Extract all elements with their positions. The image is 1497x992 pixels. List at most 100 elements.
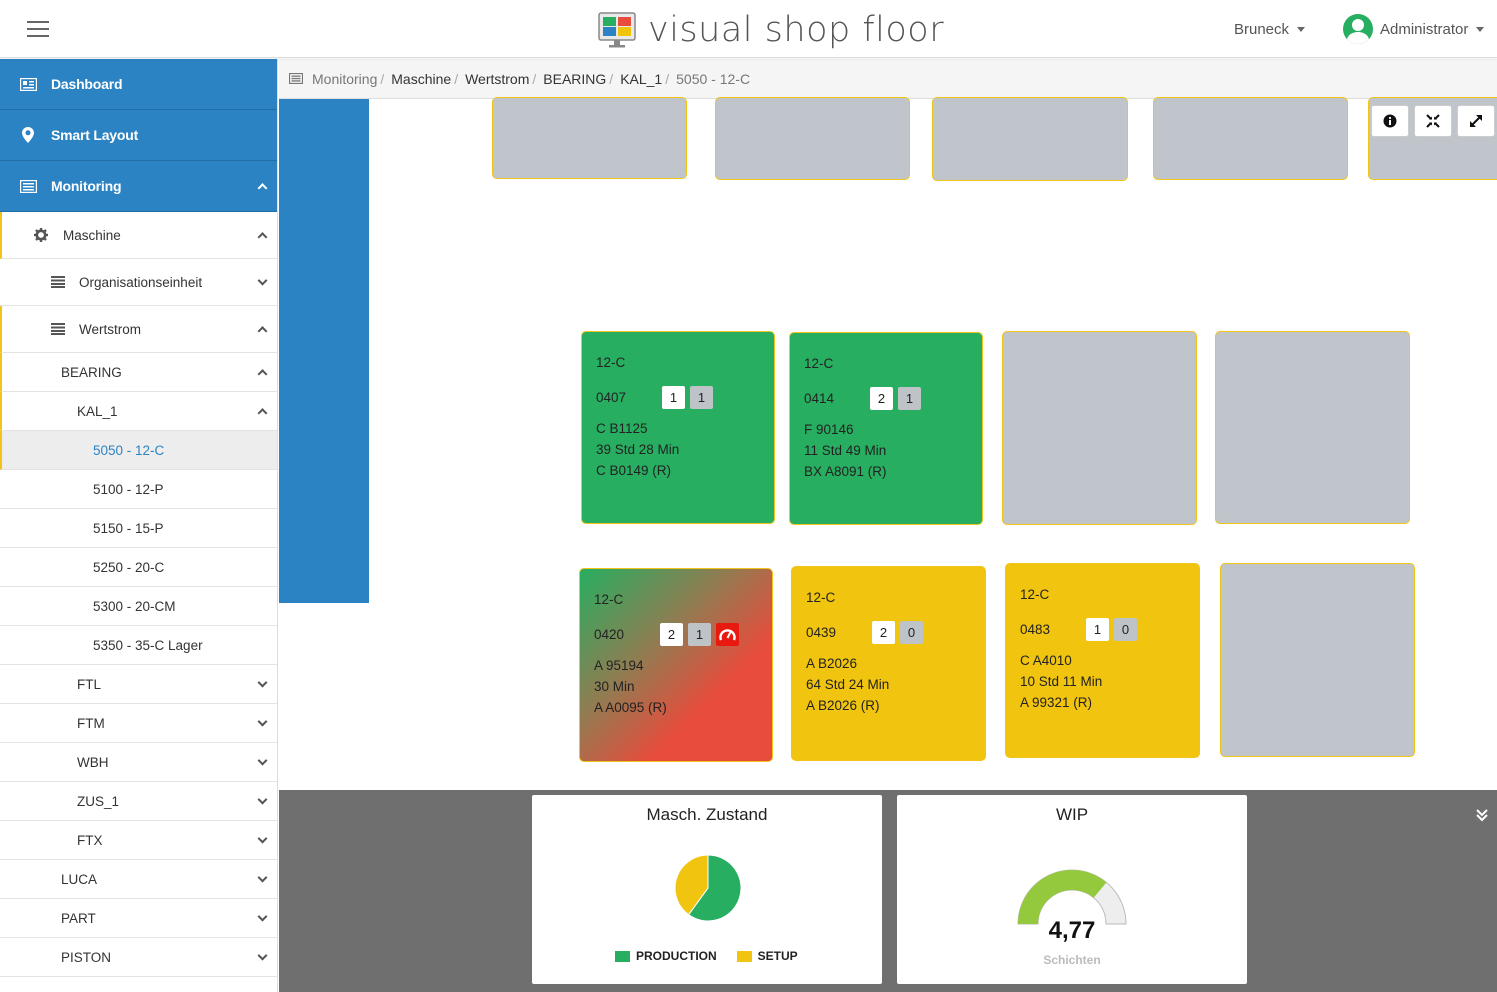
sidebar-item-label: FTX	[77, 832, 103, 848]
collapse-panel-button[interactable]	[1475, 808, 1489, 827]
user-menu[interactable]: Administrator	[1343, 14, 1485, 44]
location-dropdown[interactable]: Bruneck	[1234, 14, 1306, 44]
machine-label: 12-C	[1020, 587, 1050, 602]
list-icon	[51, 323, 65, 335]
machine-tile-empty[interactable]	[1153, 97, 1348, 180]
monitoring-list-icon	[19, 179, 37, 193]
count-badge: 2	[660, 623, 683, 646]
sidebar-item-zus1[interactable]: ZUS_1	[0, 782, 277, 821]
remaining-time: 30 Min	[594, 679, 635, 694]
sidebar-item-maschine[interactable]: Maschine	[0, 212, 277, 259]
sidebar-item-label: Wertstrom	[79, 321, 142, 337]
expand-button[interactable]	[1457, 105, 1495, 137]
remaining-time: 39 Std 28 Min	[596, 442, 680, 457]
sidebar-item-machine-5350[interactable]: 5350 - 35-C Lager	[0, 626, 277, 665]
machine-tile-0420[interactable]: 12-C 0420 2 1 A 95194 30 Min A A0095 (R)	[579, 568, 773, 762]
count-badge: 0	[1114, 618, 1137, 641]
sidebar-item-kal1[interactable]: KAL_1	[0, 392, 277, 431]
next-order: A 99321 (R)	[1020, 695, 1093, 710]
legend-swatch-production	[615, 950, 630, 962]
sidebar-item-organisationseinheit[interactable]: Organisationseinheit	[0, 259, 277, 306]
sidebar-item-machine-5300[interactable]: 5300 - 20-CM	[0, 587, 277, 626]
info-button[interactable]	[1371, 105, 1409, 137]
count-badge: 1	[690, 386, 713, 409]
breadcrumb-maschine[interactable]: Maschine	[391, 71, 451, 87]
location-label: Bruneck	[1234, 20, 1290, 38]
sidebar-item-ftm[interactable]: FTM	[0, 704, 277, 743]
sidebar-item-monitoring[interactable]: Monitoring	[0, 161, 277, 212]
machine-state-card: Masch. Zustand PRODUCTION SETUP	[532, 795, 882, 984]
sidebar-item-label: LUCA	[61, 871, 98, 887]
machine-tile-0414[interactable]: 12-C 0414 2 1 F 90146 11 Std 49 Min BX A…	[789, 332, 983, 525]
sidebar-item-part[interactable]: PART	[0, 899, 277, 938]
hamburger-menu-icon[interactable]	[27, 21, 49, 37]
order-number: C B1125	[596, 421, 648, 436]
sidebar-item-wertstrom[interactable]: Wertstrom	[0, 306, 277, 353]
widget-panel: Masch. Zustand PRODUCTION SETUP WIP 4,77…	[279, 790, 1497, 992]
compress-button[interactable]	[1414, 105, 1452, 137]
brand-name: visual shop floor	[648, 10, 945, 50]
speedometer-alarm-icon[interactable]	[716, 623, 739, 646]
count-badge: 0	[900, 621, 923, 644]
sidebar-item-luca[interactable]: LUCA	[0, 860, 277, 899]
sidebar-item-machine-5150[interactable]: 5150 - 15-P	[0, 509, 277, 548]
sidebar-item-label: 5300 - 20-CM	[93, 598, 176, 614]
sidebar-item-label: Maschine	[63, 227, 121, 243]
order-number: C A4010	[1020, 653, 1072, 668]
machine-tile-0483[interactable]: 12-C 0483 1 0 C A4010 10 Std 11 Min A 99…	[1005, 563, 1200, 758]
remaining-time: 10 Std 11 Min	[1020, 674, 1103, 689]
brand-logo[interactable]: visual shop floor	[598, 10, 944, 50]
user-name: Administrator	[1380, 20, 1469, 38]
machine-id: 0439	[806, 625, 837, 640]
machine-tile-empty[interactable]	[1220, 563, 1415, 757]
breadcrumb-list-icon	[289, 73, 303, 84]
breadcrumb-separator: /	[665, 70, 670, 87]
sidebar-item-label: Organisationseinheit	[79, 274, 203, 290]
gauge-fill	[1018, 870, 1107, 924]
chevron-down-icon	[257, 275, 268, 286]
sidebar-item-label: KAL_1	[77, 403, 118, 419]
breadcrumb-bearing[interactable]: BEARING	[543, 71, 606, 87]
caret-down-icon	[1297, 26, 1306, 32]
machine-label: 12-C	[596, 355, 626, 370]
chevron-up-icon	[257, 369, 268, 380]
double-chevron-down-icon	[1476, 809, 1488, 822]
sidebar-item-label: ZUS_1	[77, 793, 120, 809]
sidebar-item-ftx[interactable]: FTX	[0, 821, 277, 860]
order-number: A B2026	[806, 656, 858, 671]
info-icon	[1383, 114, 1397, 128]
sidebar-item-ftl[interactable]: FTL	[0, 665, 277, 704]
breadcrumb-separator: /	[454, 70, 459, 87]
machine-tile-empty[interactable]	[1002, 331, 1197, 525]
machine-tile-0439[interactable]: 12-C 0439 2 0 A B2026 64 Std 24 Min A B2…	[791, 566, 986, 761]
machine-tile-0407[interactable]: 12-C 0407 1 1 C B1125 39 Std 28 Min C B0…	[581, 331, 775, 524]
sidebar-item-machine-5050[interactable]: 5050 - 12-C	[0, 431, 277, 470]
breadcrumb-monitoring[interactable]: Monitoring	[312, 71, 377, 87]
sidebar-item-label: FTM	[77, 715, 105, 731]
sidebar-item-machine-5250[interactable]: 5250 - 20-C	[0, 548, 277, 587]
sidebar-item-smart-layout[interactable]: Smart Layout	[0, 110, 277, 161]
count-badge: 1	[1086, 618, 1109, 641]
chevron-down-icon	[257, 716, 268, 727]
sidebar: Dashboard Smart Layout Monitoring Maschi…	[0, 59, 278, 992]
machine-tile-empty[interactable]	[492, 97, 687, 179]
layout-toolbar	[1366, 105, 1495, 137]
wip-card: WIP 4,77 Schichten	[897, 795, 1247, 984]
caret-down-icon	[1476, 26, 1485, 32]
sidebar-item-machine-5100[interactable]: 5100 - 12-P	[0, 470, 277, 509]
breadcrumb-kal1[interactable]: KAL_1	[620, 71, 662, 87]
legend-label-setup: SETUP	[757, 949, 798, 963]
sidebar-item-bearing[interactable]: BEARING	[0, 353, 277, 392]
chevron-up-icon	[257, 232, 268, 243]
sidebar-item-wbh[interactable]: WBH	[0, 743, 277, 782]
machine-tile-empty[interactable]	[1215, 331, 1410, 524]
machine-tile-empty[interactable]	[715, 97, 910, 180]
breadcrumb-wertstrom[interactable]: Wertstrom	[465, 71, 529, 87]
sidebar-item-piston[interactable]: PISTON	[0, 938, 277, 977]
machine-tile-empty[interactable]	[932, 97, 1128, 181]
sidebar-item-dashboard[interactable]: Dashboard	[0, 59, 277, 110]
sidebar-item-label: 5050 - 12-C	[93, 442, 165, 458]
sidebar-item-label: WBH	[77, 754, 109, 770]
count-badge: 1	[898, 387, 921, 410]
wip-value: 4,77	[1048, 917, 1096, 944]
